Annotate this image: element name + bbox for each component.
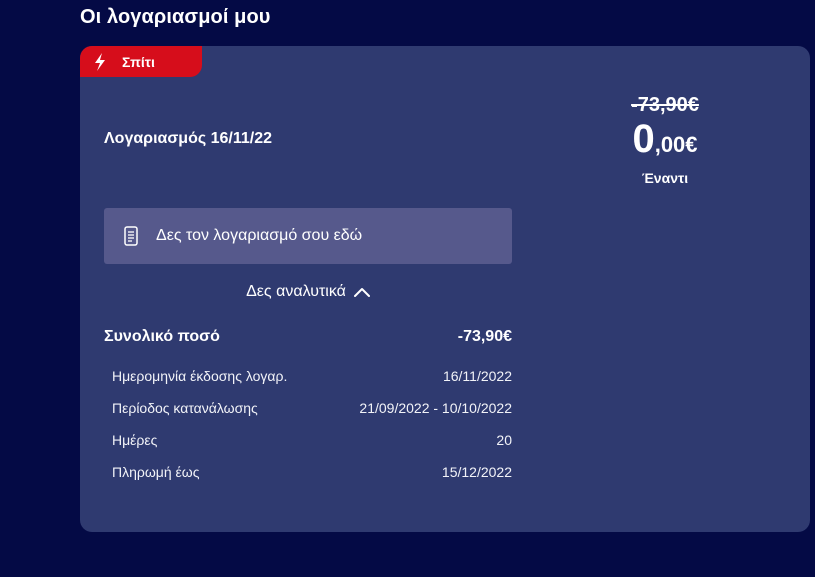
detail-row-issue-date: Ημερομηνία έκδοσης λογαρ. 16/11/2022 [112, 368, 512, 384]
details-toggle-label: Δες αναλυτικά [246, 283, 346, 300]
details-toggle[interactable]: Δες αναλυτικά [104, 280, 512, 304]
detail-row-due-date: Πληρωμή έως 15/12/2022 [112, 464, 512, 480]
chevron-up-icon [353, 287, 370, 297]
current-amount-integer: 0 [632, 117, 655, 161]
lightning-bolt-icon [80, 46, 120, 77]
total-value: -73,90€ [457, 328, 512, 345]
amount-block: -73,90€ 0,00€ Έναντι [600, 94, 730, 186]
category-tag-label: Σπίτι [122, 53, 155, 70]
document-icon [122, 225, 140, 247]
view-bill-button[interactable]: Δες τον λογαριασμό σου εδώ [104, 208, 512, 264]
detail-row-days: Ημέρες 20 [112, 432, 512, 448]
detail-value: 20 [496, 432, 512, 448]
category-tag: Σπίτι [80, 46, 202, 77]
detail-label: Ημέρες [112, 432, 158, 448]
amount-caption: Έναντι [641, 170, 689, 186]
detail-label: Περίοδος κατανάλωσης [112, 400, 258, 416]
detail-value: 15/12/2022 [441, 464, 512, 480]
detail-value: 16/11/2022 [442, 368, 512, 384]
view-bill-label: Δες τον λογαριασμό σου εδώ [156, 227, 363, 244]
current-amount: 0,00€ [600, 119, 730, 168]
page-title: Οι λογαριασμοί μου [80, 6, 271, 28]
detail-label: Ημερομηνία έκδοσης λογαρ. [112, 368, 288, 384]
account-card: Σπίτι Λογαριασμός 16/11/22 -73,90€ 0,00€… [80, 46, 810, 532]
total-row: Συνολικό ποσό -73,90€ [104, 328, 512, 346]
detail-label: Πληρωμή έως [112, 464, 200, 480]
detail-row-consumption-period: Περίοδος κατανάλωσης 21/09/2022 - 10/10/… [112, 400, 512, 416]
total-label: Συνολικό ποσό [104, 328, 220, 345]
account-title: Λογαριασμός 16/11/22 [104, 130, 273, 147]
original-amount: -73,90€ [631, 94, 699, 116]
detail-value: 21/09/2022 - 10/10/2022 [359, 400, 512, 416]
current-amount-decimal: ,00€ [654, 132, 698, 157]
